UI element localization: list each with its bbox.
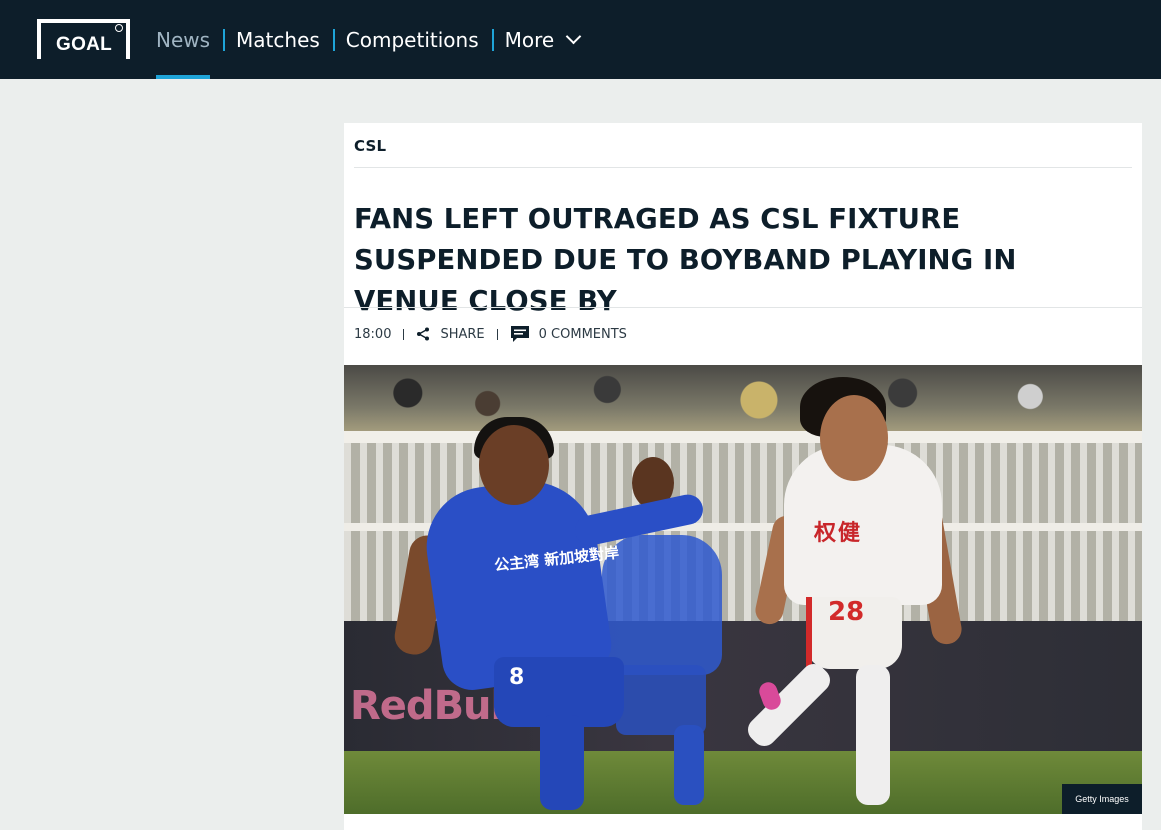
nav-item-label: More xyxy=(504,27,555,52)
player-blue-background-body xyxy=(602,535,722,675)
player-white-sponsor-text: 权健 xyxy=(814,521,863,546)
meta-divider xyxy=(403,328,405,340)
registered-mark-icon xyxy=(115,24,123,32)
player-blue-leg xyxy=(540,715,584,810)
share-label: SHARE xyxy=(440,326,485,342)
player-blue-background-leg xyxy=(674,725,704,805)
nav-divider xyxy=(491,28,494,51)
logo-text: GOAL xyxy=(56,34,113,55)
nav-item-matches[interactable]: Matches xyxy=(236,0,320,79)
article-card: CSL FANS LEFT OUTRAGED AS CSL FIXTURE SU… xyxy=(344,123,1142,830)
divider xyxy=(344,307,1142,308)
comment-icon xyxy=(510,326,529,342)
player-white-head xyxy=(820,395,888,481)
player-blue-number: 8 xyxy=(509,665,525,690)
nav-item-label: Matches xyxy=(236,27,320,52)
share-icon xyxy=(417,327,430,341)
fence-top-rail xyxy=(344,431,1142,443)
nav-item-competitions[interactable]: Competitions xyxy=(346,0,479,79)
player-white-leg-front xyxy=(856,665,890,805)
board-text-left: RedBull xyxy=(350,683,517,729)
image-credit: Getty Images xyxy=(1062,784,1142,814)
goal-logo-icon[interactable]: GOAL xyxy=(37,19,130,59)
comments-label: 0 COMMENTS xyxy=(538,326,627,342)
article-category[interactable]: CSL xyxy=(354,137,386,155)
nav-item-more[interactable]: More xyxy=(504,0,582,79)
nav-divider xyxy=(332,28,335,51)
article-headline: FANS LEFT OUTRAGED AS CSL FIXTURE SUSPEN… xyxy=(354,203,1017,317)
stadium-crowd xyxy=(344,365,1142,435)
article-hero-image[interactable]: RedBull 公主湾 新加坡對岸 8 权健 28 Getty Images xyxy=(344,365,1142,814)
nav-item-news[interactable]: News xyxy=(156,0,211,79)
divider xyxy=(354,167,1132,168)
share-button[interactable]: SHARE xyxy=(416,326,485,342)
player-white-shorts-stripe xyxy=(806,597,812,669)
top-nav-bar: GOAL News Matches Competitions More xyxy=(0,0,1161,79)
chevron-down-icon xyxy=(565,28,582,44)
nav-item-label: News xyxy=(156,27,211,52)
nav-divider xyxy=(223,28,226,51)
main-nav: News Matches Competitions More xyxy=(156,0,582,79)
comments-link[interactable]: 0 COMMENTS xyxy=(510,325,627,343)
player-white-number: 28 xyxy=(828,597,865,627)
nav-item-label: Competitions xyxy=(345,27,479,52)
player-blue-head xyxy=(479,425,549,505)
pitch-grass xyxy=(344,751,1142,814)
publish-time: 18:00 xyxy=(354,326,392,342)
meta-divider xyxy=(496,328,498,340)
article-meta: 18:00 SHARE 0 COMMENTS xyxy=(354,324,627,344)
